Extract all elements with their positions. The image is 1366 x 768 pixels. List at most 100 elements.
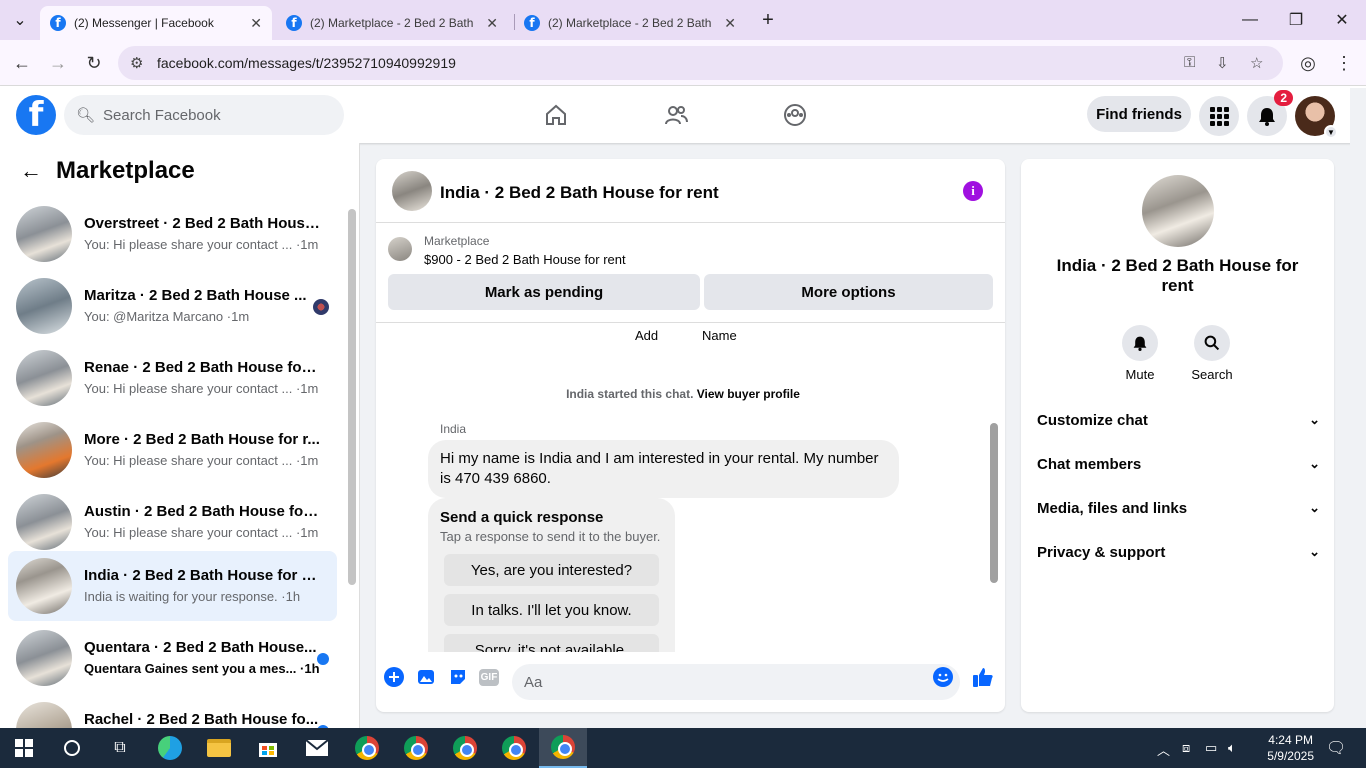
conversation-austin[interactable]: Austin · 2 Bed 2 Bath House for ... You:… [8,487,337,557]
site-settings-icon[interactable]: ⚙ [130,54,143,72]
quick-reply-button[interactable]: Sorry, it's not available. [444,634,659,652]
chrome-icon[interactable] [343,728,391,768]
message-input[interactable] [512,664,960,700]
find-friends-button[interactable]: Find friends [1087,96,1191,132]
bell-icon [1259,108,1275,126]
chat-thumbnail[interactable] [392,171,432,211]
quick-reply-button[interactable]: Yes, are you interested? [444,554,659,586]
chat-members-section[interactable]: Chat members ⌄ [1037,456,1320,478]
store-icon[interactable] [244,728,292,768]
customize-chat-section[interactable]: Customize chat ⌄ [1037,412,1320,434]
system-clock[interactable]: 4:24 PM 5/9/2025 [1267,732,1314,764]
search-input[interactable]: Search Facebook [103,107,221,124]
conversation-more[interactable]: More · 2 Bed 2 Bath House for r... You: … [8,415,337,485]
wifi-icon[interactable]: ▭ [1205,740,1217,756]
search-in-chat-button[interactable]: Search [1182,325,1242,382]
page-scrollbar[interactable] [1350,88,1366,728]
forward-button[interactable]: → [46,51,70,75]
close-icon[interactable]: ✕ [250,15,262,32]
emoji-icon[interactable] [932,666,954,688]
tab-marketplace-1[interactable]: f (2) Marketplace - 2 Bed 2 Bath ✕ [276,6,508,40]
start-button[interactable] [0,728,48,768]
search-icon [1194,325,1230,361]
profile-icon[interactable]: ◎ [1296,51,1320,75]
reload-button[interactable]: ↻ [82,51,106,75]
privacy-support-section[interactable]: Privacy & support ⌄ [1037,544,1320,566]
mute-button[interactable]: Mute [1110,325,1170,382]
media-files-links-section[interactable]: Media, files and links ⌄ [1037,500,1320,522]
volume-icon[interactable]: 🔈︎ [1228,740,1236,756]
listing-image[interactable] [1142,175,1214,247]
conversation-maritza[interactable]: Maritza · 2 Bed 2 Bath House ... You: @M… [8,271,337,341]
new-tab-button[interactable]: + [756,8,780,32]
conversation-preview: You: Hi please share your contact ... ·1… [84,381,319,396]
conversation-quentara[interactable]: Quentara · 2 Bed 2 Bath House... Quentar… [8,623,337,693]
clock-date: 5/9/2025 [1267,749,1314,763]
conversation-rachel[interactable]: Rachel · 2 Bed 2 Bath House fo... [8,695,337,728]
notifications-button[interactable]: 2 [1247,90,1293,136]
conversation-preview: You: @Maritza Marcano ·1m [84,309,250,324]
tab-marketplace-2[interactable]: f (2) Marketplace - 2 Bed 2 Bath ✕ [514,6,746,40]
menu-grid-button[interactable] [1199,96,1239,136]
bookmark-star-icon[interactable]: ☆ [1250,54,1263,72]
quick-response-title: Send a quick response [440,509,604,526]
mail-icon[interactable] [293,728,341,768]
search-box[interactable]: 🔍︎ Search Facebook [64,95,344,135]
install-icon[interactable]: ⇩ [1216,54,1229,72]
address-bar: ← → ↻ ⚙ facebook.com/messages/t/23952710… [0,40,1366,86]
scrollbar-thumb[interactable] [990,423,998,583]
chevron-up-icon[interactable]: ︿ [1157,740,1170,759]
like-icon[interactable] [972,666,994,688]
message-scrollbar[interactable] [989,327,999,649]
back-button[interactable]: ← [10,51,34,75]
facebook-logo[interactable]: f [16,95,56,135]
section-label: Chat members [1037,456,1142,473]
conversation-title: Quentara · 2 Bed 2 Bath House... [84,639,317,656]
photo-icon[interactable] [415,666,437,688]
minimize-button[interactable]: — [1238,8,1262,32]
more-options-button[interactable]: More options [704,274,993,310]
listing-thumbnail [16,422,72,478]
scrollbar-thumb[interactable] [348,209,356,585]
mute-label: Mute [1125,367,1155,382]
info-icon[interactable]: i [963,181,983,201]
chat-title[interactable]: India · 2 Bed 2 Bath House for rent [440,183,719,203]
notification-center-icon[interactable]: 🗨︎ [1326,738,1346,758]
conversation-title: Austin · 2 Bed 2 Bath House for ... [84,503,320,520]
account-avatar[interactable]: ▼ [1295,96,1338,139]
conversation-india[interactable]: India · 2 Bed 2 Bath House for re... Ind… [8,551,337,621]
home-icon[interactable] [541,100,571,130]
chrome-icon[interactable] [392,728,440,768]
conversation-renae[interactable]: Renae · 2 Bed 2 Bath House for r... You:… [8,343,337,413]
plus-icon[interactable] [383,666,405,688]
chrome-icon[interactable] [539,728,587,768]
menu-icon[interactable]: ⋮ [1332,51,1356,75]
search-circle-icon[interactable] [48,728,96,768]
close-icon[interactable]: ✕ [724,15,736,32]
file-explorer-icon[interactable] [195,728,243,768]
tab-search-icon[interactable]: ⌄ [8,8,32,32]
key-icon[interactable]: ⚿ [1184,54,1195,71]
task-view-icon[interactable]: ⧉ [96,728,144,768]
network-icon[interactable]: ⧈ [1182,740,1190,756]
conversation-overstreet[interactable]: Overstreet · 2 Bed 2 Bath House ... You:… [8,199,337,269]
mark-as-pending-button[interactable]: Mark as pending [388,274,700,310]
friends-icon[interactable] [661,100,691,130]
restore-button[interactable]: ❐ [1284,8,1308,32]
listing-thumbnail[interactable] [388,237,412,261]
view-buyer-profile-link[interactable]: View buyer profile [697,387,800,401]
quick-reply-button[interactable]: In talks. I'll let you know. [444,594,659,626]
chrome-icon[interactable] [441,728,489,768]
listing-price[interactable]: $900 - 2 Bed 2 Bath House for rent [424,252,626,267]
sticker-icon[interactable] [447,666,469,688]
close-window-button[interactable]: ✕ [1330,8,1354,32]
gif-icon[interactable]: GIF [478,666,500,688]
url-field[interactable]: ⚙ facebook.com/messages/t/23952710940992… [118,46,1283,80]
chrome-icon[interactable] [490,728,538,768]
back-arrow-icon[interactable]: ← [20,158,42,184]
close-icon[interactable]: ✕ [486,15,498,32]
tab-messenger[interactable]: f (2) Messenger | Facebook ✕ [40,6,272,40]
sidebar-scrollbar[interactable] [348,195,356,725]
groups-icon[interactable] [780,100,810,130]
edge-icon[interactable] [146,728,194,768]
